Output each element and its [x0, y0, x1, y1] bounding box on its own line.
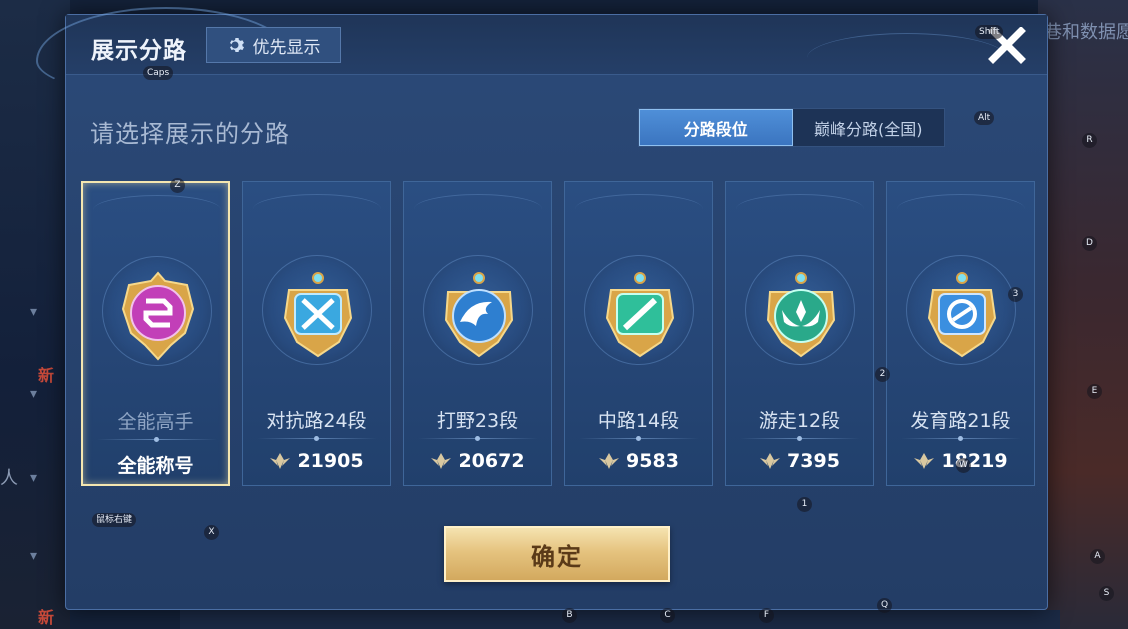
card-divider [257, 436, 377, 441]
lane-name: 打野23段 [436, 410, 519, 432]
key-hint-caps: Caps [143, 66, 174, 80]
key-hint-2: 2 [875, 367, 890, 382]
key-hint-w: W [956, 458, 971, 473]
lane-card-all-round[interactable]: 全能高手 全能称号 [81, 181, 230, 486]
new-tag: 新 [38, 366, 55, 385]
dialog-title: 展示分路 [91, 38, 187, 64]
card-pattern [253, 194, 381, 224]
farm-lane-emblem-icon [927, 272, 997, 358]
chevron-down-icon: ▾ [30, 470, 38, 486]
score-row: 9583 [565, 450, 712, 472]
mid-lane-emblem-icon [605, 272, 675, 358]
lane-name: 全能高手 [117, 411, 194, 433]
lane-score: 9583 [626, 450, 679, 472]
key-hint-f: F [759, 608, 774, 623]
chevron-down-icon: ▾ [30, 304, 38, 320]
chevron-down-icon: ▾ [30, 548, 38, 564]
roam-emblem-icon [766, 272, 836, 358]
lane-card-roam[interactable]: 游走12段 7395 [725, 181, 874, 486]
lane-name: 中路14段 [597, 410, 680, 432]
key-hint-z: Z [170, 178, 185, 193]
lane-score: 21905 [297, 450, 364, 472]
lane-name: 游走12段 [758, 410, 841, 432]
priority-display-button[interactable]: 优先显示 [206, 27, 341, 63]
key-hint-s: S [1099, 586, 1114, 601]
key-hint-x: X [204, 525, 219, 540]
key-hint-q: Q [877, 598, 892, 613]
score-row: 全能称号 [83, 451, 228, 478]
key-hint-mouse-right: 鼠标右键 [92, 513, 137, 527]
rank-points-icon [430, 452, 452, 470]
lane-score: 20672 [458, 450, 525, 472]
lane-card-farm-lane[interactable]: 发育路21段 18219 [886, 181, 1035, 486]
card-divider [97, 437, 217, 442]
lane-card-list: 全能高手 全能称号 对抗路24段 21905 打野23段 20672 中路14段… [81, 181, 1036, 487]
lane-card-jungle[interactable]: 打野23段 20672 [403, 181, 552, 486]
card-divider [740, 436, 860, 441]
background-right-panel [1038, 0, 1128, 629]
lane-name: 发育路21段 [910, 410, 1011, 432]
score-row: 21905 [243, 450, 390, 472]
lane-card-clash-lane[interactable]: 对抗路24段 21905 [242, 181, 391, 486]
rank-points-icon [913, 452, 935, 470]
card-divider [418, 436, 538, 441]
lane-display-dialog: 展示分路 优先显示 请选择展示的分路 分路段位 巅峰分路(全国) 全能高手 全能… [36, 7, 1048, 610]
key-hint-3: 3 [1008, 287, 1023, 302]
card-pattern [414, 194, 542, 224]
lane-score: 18219 [941, 450, 1008, 472]
clash-lane-emblem-icon [283, 272, 353, 358]
key-hint-1: 1 [797, 497, 812, 512]
key-hint-b: B [562, 608, 577, 623]
key-hint-shift: Shift [975, 25, 1004, 39]
score-row: 20672 [404, 450, 551, 472]
score-row: 7395 [726, 450, 873, 472]
lane-card-mid-lane[interactable]: 中路14段 9583 [564, 181, 713, 486]
key-hint-e: E [1087, 384, 1102, 399]
gear-icon [227, 35, 247, 55]
lane-name: 对抗路24段 [266, 410, 367, 432]
key-hint-d: D [1082, 236, 1097, 251]
card-pattern [897, 194, 1025, 224]
card-divider [579, 436, 699, 441]
background-left-panel: ▾ 新 ▾ 人 ▾ ▾ 新 [0, 0, 70, 629]
selection-prompt: 请选择展示的分路 [90, 120, 290, 148]
priority-display-label: 优先显示 [252, 37, 321, 58]
key-hint-a: A [1090, 549, 1105, 564]
side-label: 人 [0, 468, 18, 489]
key-hint-alt: Alt [974, 111, 995, 125]
rank-points-icon [269, 452, 291, 470]
background-header-text: 巷和数据愿 [1044, 22, 1128, 43]
key-hint-c: C [660, 608, 675, 623]
card-divider [901, 436, 1021, 441]
chevron-down-icon: ▾ [30, 386, 38, 402]
background-bottom-bar [180, 610, 1060, 629]
lane-tabs: 分路段位 巅峰分路(全国) [638, 108, 945, 147]
new-tag: 新 [38, 608, 55, 627]
card-pattern [93, 195, 221, 225]
tab-peak-lane-national[interactable]: 巅峰分路(全国) [793, 109, 945, 146]
lane-score: 全能称号 [117, 455, 194, 477]
key-hint-r: R [1082, 133, 1097, 148]
rank-points-icon [759, 452, 781, 470]
card-pattern [575, 194, 703, 224]
tab-lane-rank[interactable]: 分路段位 [639, 109, 793, 146]
all-round-emblem-icon [121, 271, 195, 361]
confirm-button[interactable]: 确定 [444, 526, 670, 582]
decorative-swirl [807, 33, 1007, 83]
jungle-emblem-icon [444, 272, 514, 358]
rank-points-icon [598, 452, 620, 470]
lane-score: 7395 [787, 450, 840, 472]
card-pattern [736, 194, 864, 224]
